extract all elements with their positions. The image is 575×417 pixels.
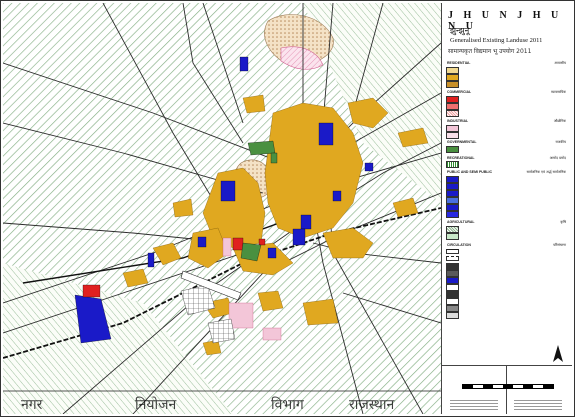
legend-swatch [446,233,459,240]
legend-swatch [446,284,459,291]
legend-swatch [446,249,459,254]
legend-swatch [446,81,459,88]
legend-swatch [446,263,459,270]
legend-section-industrial-hindi: औद्योगिक [553,119,566,123]
legend-section-agricultural: AGRICULTURAL [447,220,475,224]
legend-swatch [446,110,459,117]
bottom-text-mid2: विभाग [271,397,304,413]
legend-swatch [446,298,459,305]
title-block-stamp [514,398,562,410]
legend-swatch [446,183,459,190]
legend-swatch [446,146,459,153]
legend-swatch [446,103,459,110]
legend-section-agricultural-hindi: कृषि [560,220,566,224]
legend-section-recreational: RECREATIONAL [447,156,475,160]
legend-section-industrial: INDUSTRIAL [447,119,469,123]
legend-section-residential: RESIDENTIAL [447,61,471,65]
map-area[interactable]: नगर नियोजन विभाग राजस्थान [3,3,442,414]
legend-swatch [446,270,459,277]
legend-section-recreational-hindi: आमोद प्रमोद [549,156,566,160]
legend-panel: J H U N J H U N U झुन्झुनू Generalised E… [442,3,572,414]
legend-swatch [446,312,459,319]
map-sheet-frame: नगर नियोजन विभाग राजस्थान J H U N J H U … [0,0,575,417]
legend-section-residential-hindi: आवासीय [554,61,566,65]
legend-section-circulation-hindi: परिसंचरण [553,243,566,247]
legend-swatch [446,132,459,139]
title-block [442,365,572,414]
legend-swatch [446,161,459,168]
north-arrow-icon [553,345,563,362]
legend-section-commercial-hindi: व्यावसायिक [551,90,566,94]
scale-bar [462,384,554,389]
map-title-hindi: झुन्झुनू [450,26,470,35]
legend-swatch [446,197,459,204]
legend-swatch [446,96,459,103]
bottom-text-left: नगर [21,397,43,413]
legend-swatch [446,74,459,81]
title-block-divider [506,366,507,414]
legend-swatch [446,204,459,211]
legend-swatch [446,305,459,312]
legend-swatch [446,291,459,298]
legend-section-governmental: GOVERNMENTAL [447,140,477,144]
map-subtitle: Generalised Existing Landuse 2011 [450,37,543,44]
legend-swatch [446,256,459,261]
bottom-text-mid1: नियोजन [135,397,177,413]
map-subtitle-hindi: सामान्यकृत विद्यमान भू उपयोग 2011 [448,48,532,55]
legend-section-public: PUBLIC AND SEMI PUBLIC [447,170,492,174]
title-block-stamp [450,398,498,410]
legend-swatch [446,277,459,284]
legend-section-public-hindi: सार्वजनिक एवं अर्द्ध सार्वजनिक [526,170,566,174]
legend-section-circulation: CIRCULATION [447,243,471,247]
legend-section-commercial: COMMERCIAL [447,90,472,94]
legend-swatch [446,67,459,74]
bottom-text-right: राजस्थान [349,397,395,413]
legend-swatch [446,190,459,197]
landuse-map[interactable] [3,3,441,414]
legend-swatch [446,125,459,132]
legend-swatch [446,211,459,218]
legend-section-governmental-hindi: राजकीय [555,140,566,144]
legend-swatch [446,176,459,183]
legend-swatch [446,226,459,233]
